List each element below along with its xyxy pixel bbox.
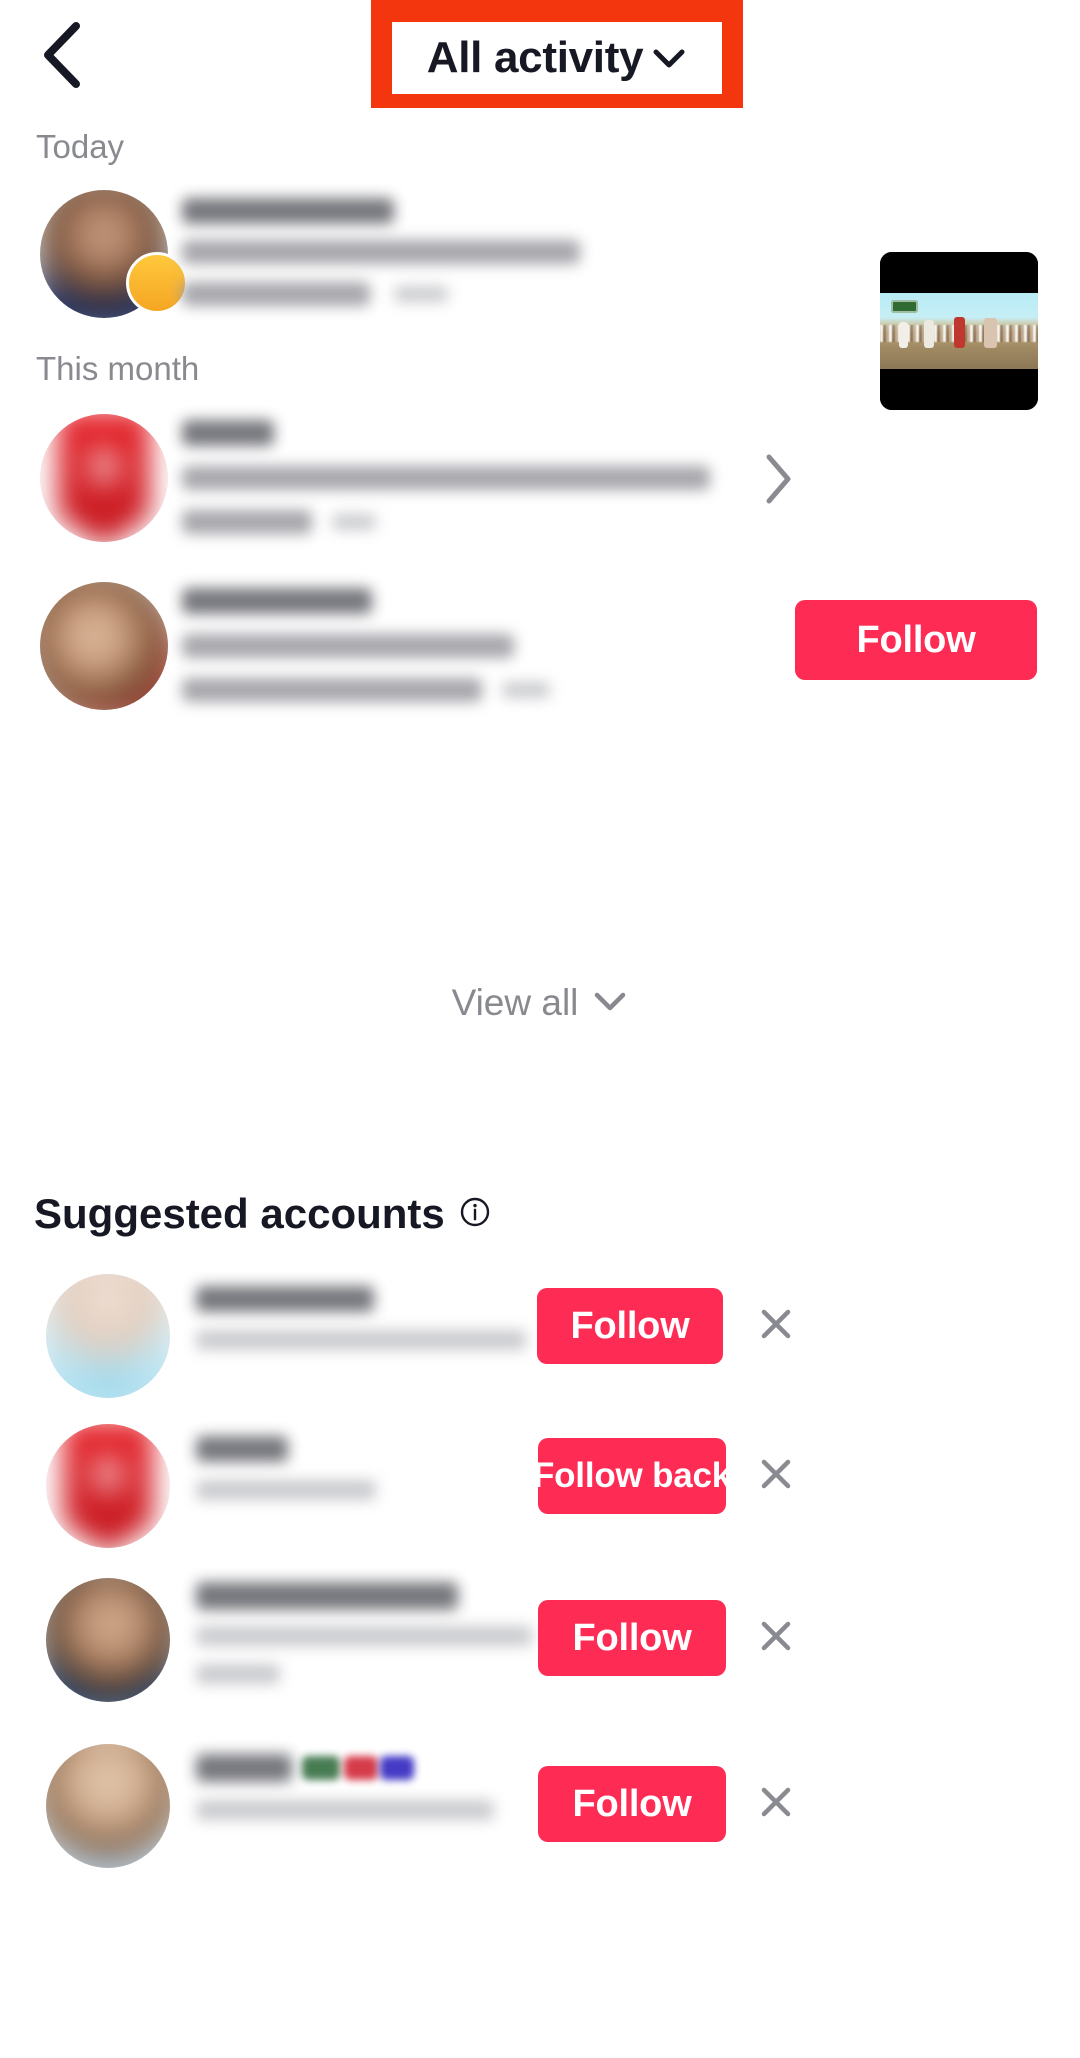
- avatar[interactable]: [40, 582, 168, 710]
- view-all-label: View all: [451, 982, 579, 1023]
- info-circle-icon[interactable]: [459, 1190, 491, 1238]
- notification-text: [182, 414, 822, 544]
- avatar[interactable]: [46, 1744, 170, 1868]
- suggested-account-row[interactable]: Follow: [0, 1568, 1080, 1728]
- suggested-account-text: [196, 1754, 536, 1854]
- notification-type-badge: [126, 252, 188, 314]
- watermark-icon: [891, 299, 918, 313]
- suggested-account-row[interactable]: Follow: [0, 1268, 1080, 1418]
- close-icon[interactable]: [744, 1442, 808, 1506]
- avatar-letter: B: [91, 1445, 125, 1502]
- chevron-left-icon: [38, 20, 84, 90]
- header-bar: All activity: [0, 0, 1080, 110]
- suggested-account-row[interactable]: Follow: [0, 1728, 1080, 1888]
- notification-text: [182, 582, 652, 712]
- notification-row-suggested[interactable]: Follow: [0, 572, 1080, 732]
- suggested-account-text: [196, 1286, 526, 1386]
- follow-button[interactable]: Follow: [538, 1600, 726, 1676]
- section-header-today: Today: [36, 128, 125, 165]
- follow-button[interactable]: Follow: [538, 1766, 726, 1842]
- avatar[interactable]: [46, 1578, 170, 1702]
- page-title: All activity: [426, 33, 644, 82]
- chevron-right-icon[interactable]: [748, 444, 808, 514]
- suggested-account-text: [196, 1582, 536, 1702]
- follow-button[interactable]: Follow: [537, 1288, 723, 1364]
- close-icon[interactable]: [744, 1770, 808, 1834]
- follow-back-button[interactable]: Follow back: [533, 1438, 731, 1514]
- avatar[interactable]: B: [46, 1424, 170, 1548]
- back-button[interactable]: [22, 16, 100, 94]
- close-icon[interactable]: [744, 1604, 808, 1668]
- video-thumbnail[interactable]: [880, 252, 1038, 410]
- follow-button[interactable]: Follow: [795, 600, 1037, 680]
- section-header-this-month: This month: [36, 350, 200, 387]
- view-all-button[interactable]: View all: [0, 972, 1080, 1034]
- notification-row-mention[interactable]: [0, 180, 1080, 410]
- avatar-letter: B: [87, 437, 121, 494]
- chevron-down-icon: [592, 989, 628, 1018]
- all-activity-dropdown[interactable]: All activity: [392, 22, 722, 94]
- notification-text: [182, 194, 842, 314]
- avatar[interactable]: [46, 1274, 170, 1398]
- annotation-highlight-box: All activity: [371, 0, 743, 108]
- suggested-accounts-label: Suggested accounts: [34, 1190, 445, 1237]
- suggested-accounts-heading: Suggested accounts: [34, 1190, 491, 1238]
- avatar[interactable]: B: [40, 414, 168, 542]
- chevron-down-icon: [651, 46, 687, 70]
- activity-screen: All activity Today This month B Follow V…: [0, 0, 1080, 2058]
- suggested-account-text: [196, 1436, 516, 1536]
- notification-row-follow[interactable]: B: [0, 404, 1080, 564]
- suggested-account-row[interactable]: B Follow back: [0, 1418, 1080, 1568]
- close-icon[interactable]: [744, 1292, 808, 1356]
